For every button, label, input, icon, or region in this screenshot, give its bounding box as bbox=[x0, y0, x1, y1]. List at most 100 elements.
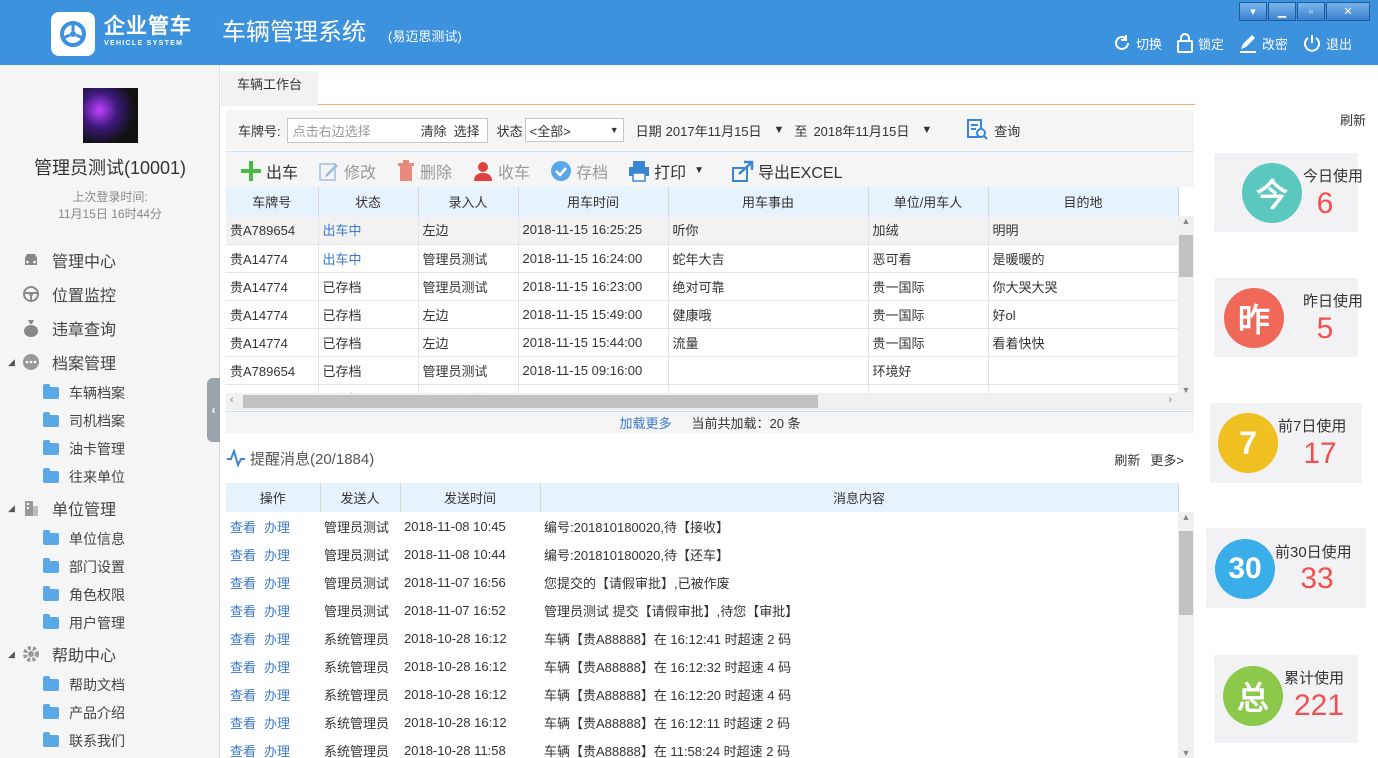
sidebar-item-role-permissions[interactable]: 角色权限 bbox=[0, 581, 220, 609]
minimize-button[interactable]: ▁ bbox=[1268, 2, 1296, 21]
query-button[interactable]: 查询 bbox=[966, 119, 1020, 141]
view-link[interactable]: 查看 bbox=[230, 632, 256, 647]
column-header[interactable]: 用车事由 bbox=[668, 187, 869, 216]
plate-input[interactable]: 点击右边选择 清除 选择 bbox=[286, 117, 488, 143]
checkin-button[interactable]: 收车 bbox=[472, 159, 530, 183]
view-link[interactable]: 查看 bbox=[230, 548, 256, 563]
messages-vscrollbar[interactable]: ▲ ▼ bbox=[1178, 512, 1194, 758]
sidebar-item-departments[interactable]: 部门设置 bbox=[0, 553, 220, 581]
last-login-label: 上次登录时间: bbox=[72, 190, 148, 204]
column-header[interactable]: 用车时间 bbox=[518, 187, 669, 216]
sidebar-group-help[interactable]: ◢ 帮助中心 bbox=[0, 637, 220, 671]
column-header[interactable]: 目的地 bbox=[988, 187, 1179, 216]
app-window: 企业管车 VEHICLE SYSTEM 车辆管理系统 (易迈思测试) ▾ ▁ ▫… bbox=[0, 0, 1378, 758]
scroll-left-icon: ‹ bbox=[230, 394, 234, 406]
status-select[interactable]: <全部> ▼ bbox=[524, 118, 624, 142]
scroll-thumb[interactable] bbox=[1179, 531, 1193, 615]
column-header[interactable]: 消息内容 bbox=[540, 483, 1179, 512]
sidebar-item-help-docs[interactable]: 帮助文档 bbox=[0, 671, 220, 699]
print-button[interactable]: 打印 ▼ bbox=[628, 159, 704, 183]
view-link[interactable]: 查看 bbox=[230, 520, 256, 535]
handle-link[interactable]: 办理 bbox=[264, 576, 290, 591]
sidebar-item-fuel-card[interactable]: 油卡管理 bbox=[0, 435, 220, 463]
sidebar-group-organization[interactable]: ◢ 单位管理 bbox=[0, 491, 220, 525]
restore-button[interactable]: ▫ bbox=[1297, 2, 1325, 21]
stat-card[interactable]: 总累计使用 221 bbox=[1214, 655, 1358, 743]
sidebar-item-driver-archive[interactable]: 司机档案 bbox=[0, 407, 220, 435]
table-row[interactable]: 贵A14774 已存档 左边 2018-11-15 15:49:00 健康哦 贵一国际 好o… bbox=[226, 300, 1179, 329]
table-cell: 贵一国际 bbox=[868, 328, 989, 357]
date-from-picker[interactable]: 2017年11月15日 ▼ bbox=[666, 121, 785, 140]
select-button[interactable]: 选择 bbox=[454, 121, 480, 140]
column-header[interactable]: 车牌号 bbox=[226, 187, 319, 216]
scroll-thumb[interactable] bbox=[243, 395, 818, 408]
load-more-link[interactable]: 加载更多 bbox=[619, 413, 671, 432]
view-link[interactable]: 查看 bbox=[230, 716, 256, 731]
checkout-button[interactable]: 出车 bbox=[240, 159, 298, 183]
handle-link[interactable]: 办理 bbox=[264, 744, 290, 758]
sidebar-item-management-center[interactable]: 管理中心 bbox=[0, 243, 220, 277]
export-excel-button[interactable]: 导出EXCEL bbox=[732, 159, 842, 183]
avatar[interactable] bbox=[83, 88, 138, 143]
stats-refresh-button[interactable]: 刷新 bbox=[1340, 110, 1366, 129]
table-row[interactable]: 贵A789654 出车中 左边 2018-11-15 16:25:25 听你 加绒 明明 bbox=[226, 216, 1179, 245]
table-row[interactable]: 贵A14774 出车中 管理员测试 2018-11-15 16:24:00 蛇年大吉 恶可… bbox=[226, 244, 1179, 273]
column-header[interactable]: 操作 bbox=[226, 483, 321, 512]
view-link[interactable]: 查看 bbox=[230, 744, 256, 758]
stat-card[interactable]: 今今日使用 6 bbox=[1214, 153, 1363, 232]
vehicle-table-hscrollbar[interactable]: ‹ › bbox=[226, 393, 1194, 410]
column-header[interactable]: 发送人 bbox=[320, 483, 401, 512]
table-row[interactable]: 贵A789654 已存档 管理员测试 2018-11-15 09:16:00 环境好 bbox=[226, 356, 1179, 385]
clear-button[interactable]: 清除 bbox=[421, 121, 447, 140]
handle-link[interactable]: 办理 bbox=[264, 716, 290, 731]
stat-card[interactable]: 昨 昨日使用 5 bbox=[1214, 278, 1363, 357]
messages-refresh-button[interactable]: 刷新 bbox=[1114, 450, 1140, 469]
switch-button[interactable]: 切换 bbox=[1112, 33, 1162, 53]
lock-button[interactable]: 锁定 bbox=[1176, 33, 1224, 53]
scroll-thumb[interactable] bbox=[1179, 235, 1193, 277]
message-actions: 查看 办理 bbox=[226, 512, 320, 540]
sidebar-item-org-info[interactable]: 单位信息 bbox=[0, 525, 220, 553]
view-link[interactable]: 查看 bbox=[230, 576, 256, 591]
sidebar-group-archives[interactable]: ◢ 档案管理 bbox=[0, 345, 220, 379]
delete-button[interactable]: 删除 bbox=[396, 159, 452, 183]
stat-card[interactable]: 7 前7日使用 17 bbox=[1210, 403, 1362, 483]
column-header[interactable]: 发送时间 bbox=[400, 483, 541, 512]
handle-link[interactable]: 办理 bbox=[264, 632, 290, 647]
handle-link[interactable]: 办理 bbox=[264, 548, 290, 563]
handle-link[interactable]: 办理 bbox=[264, 660, 290, 675]
sidebar-item-product-intro[interactable]: 产品介绍 bbox=[0, 699, 220, 727]
table-row[interactable]: 贵A14774 已存档 管理员测试 2018-11-15 16:23:00 绝对可靠 贵一… bbox=[226, 272, 1179, 301]
sidebar-item-partners[interactable]: 往来单位 bbox=[0, 463, 220, 491]
sidebar-collapse-button[interactable]: ‹ bbox=[207, 378, 220, 442]
sidebar-item-vehicle-archive[interactable]: 车辆档案 bbox=[0, 379, 220, 407]
sidebar-item-contact-us[interactable]: 联系我们 bbox=[0, 727, 220, 755]
sidebar-nav: 管理中心 位置监控 违章查询 ◢ 档案管理 车辆档案 司机档案 油卡管理 往来单… bbox=[0, 243, 220, 755]
printer-icon bbox=[629, 160, 650, 182]
window-menu-button[interactable]: ▾ bbox=[1239, 2, 1267, 21]
vehicle-table-vscrollbar[interactable]: ▲ ▼ bbox=[1178, 216, 1194, 395]
column-header[interactable]: 录入人 bbox=[418, 187, 519, 216]
stat-card[interactable]: 30 前30日使用 33 bbox=[1206, 528, 1366, 608]
view-link[interactable]: 查看 bbox=[230, 688, 256, 703]
handle-link[interactable]: 办理 bbox=[264, 520, 290, 535]
column-header[interactable]: 单位/用车人 bbox=[868, 187, 989, 216]
archive-button[interactable]: 存档 bbox=[550, 159, 608, 183]
sidebar-item-label: 角色权限 bbox=[69, 587, 125, 603]
sidebar-item-violation-query[interactable]: 违章查询 bbox=[0, 311, 220, 345]
close-button[interactable]: ✕ bbox=[1326, 2, 1370, 21]
messages-more-link[interactable]: 更多> bbox=[1150, 450, 1184, 469]
column-header[interactable]: 状态 bbox=[318, 187, 419, 216]
view-link[interactable]: 查看 bbox=[230, 660, 256, 675]
handle-link[interactable]: 办理 bbox=[264, 604, 290, 619]
logout-button[interactable]: 退出 bbox=[1302, 33, 1352, 53]
edit-button[interactable]: 修改 bbox=[318, 159, 376, 183]
change-password-button[interactable]: 改密 bbox=[1238, 33, 1288, 53]
date-to-picker[interactable]: 2018年11月15日 ▼ bbox=[813, 121, 932, 140]
view-link[interactable]: 查看 bbox=[230, 604, 256, 619]
sidebar-item-location-monitor[interactable]: 位置监控 bbox=[0, 277, 220, 311]
handle-link[interactable]: 办理 bbox=[264, 688, 290, 703]
table-row[interactable]: 贵A14774 已存档 左边 2018-11-15 15:44:00 流量 贵一国际 看着快… bbox=[226, 328, 1179, 357]
sidebar-item-user-management[interactable]: 用户管理 bbox=[0, 609, 220, 637]
tab-vehicle-workbench[interactable]: 车辆工作台 bbox=[221, 71, 319, 106]
